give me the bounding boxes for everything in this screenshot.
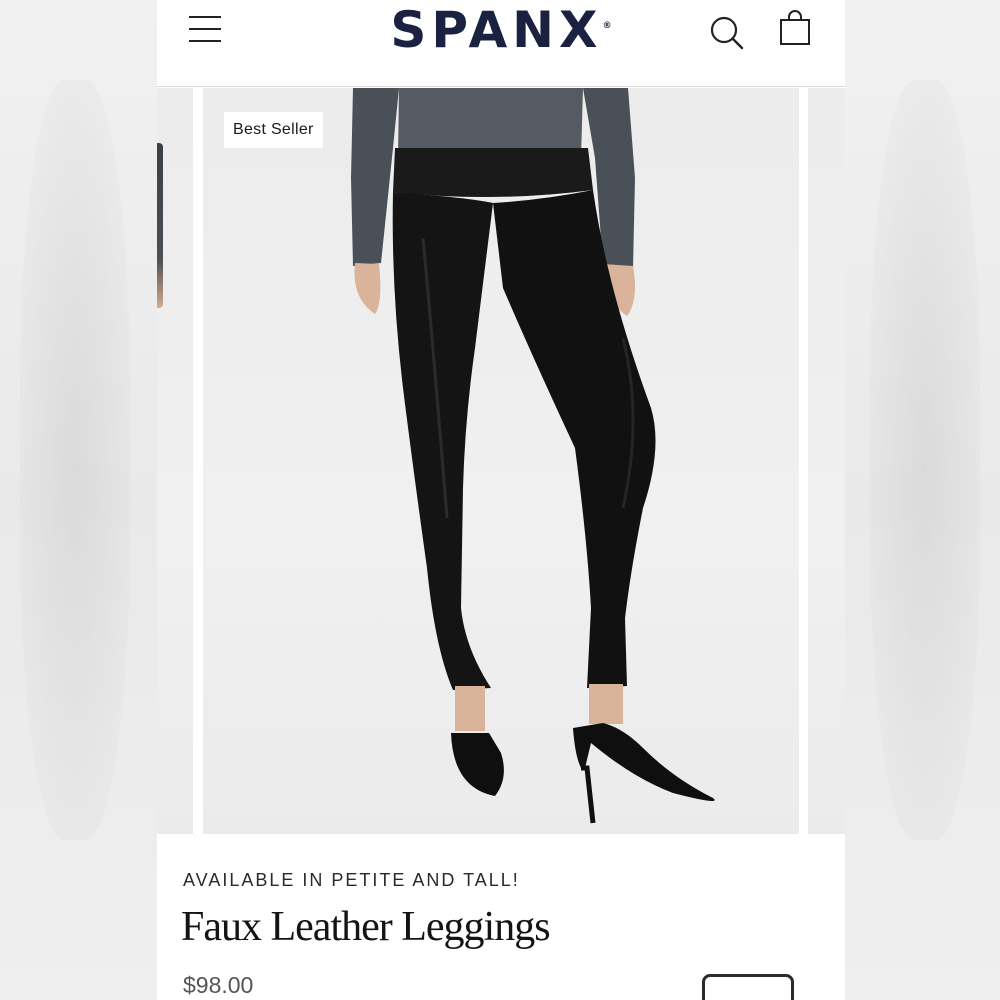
shopping-bag-icon[interactable] bbox=[777, 10, 813, 46]
background-left bbox=[0, 0, 157, 1000]
brand-name: SPANX bbox=[390, 1, 603, 59]
product-price: $98.00 bbox=[183, 972, 254, 998]
site-header: SPANX® bbox=[157, 0, 845, 87]
hamburger-menu-icon[interactable] bbox=[187, 14, 223, 44]
carousel-slide-current[interactable]: Best Seller bbox=[203, 88, 799, 834]
product-image-carousel[interactable]: Best Seller bbox=[157, 88, 845, 834]
add-to-bag-button[interactable] bbox=[702, 974, 794, 1000]
phone-screen: SPANX® Best Seller AVAILABLE IN PETITE A… bbox=[157, 0, 845, 1000]
search-icon[interactable] bbox=[709, 15, 745, 51]
best-seller-badge: Best Seller bbox=[224, 112, 323, 148]
background-right bbox=[845, 0, 1000, 1000]
carousel-slide-previous[interactable] bbox=[157, 88, 193, 834]
carousel-slide-next[interactable] bbox=[808, 88, 845, 834]
trademark-symbol: ® bbox=[602, 21, 612, 31]
product-photo bbox=[351, 88, 715, 824]
product-title: Faux Leather Leggings bbox=[181, 904, 551, 950]
availability-note: AVAILABLE IN PETITE AND TALL! bbox=[183, 870, 520, 890]
brand-logo[interactable]: SPANX® bbox=[371, 2, 631, 58]
